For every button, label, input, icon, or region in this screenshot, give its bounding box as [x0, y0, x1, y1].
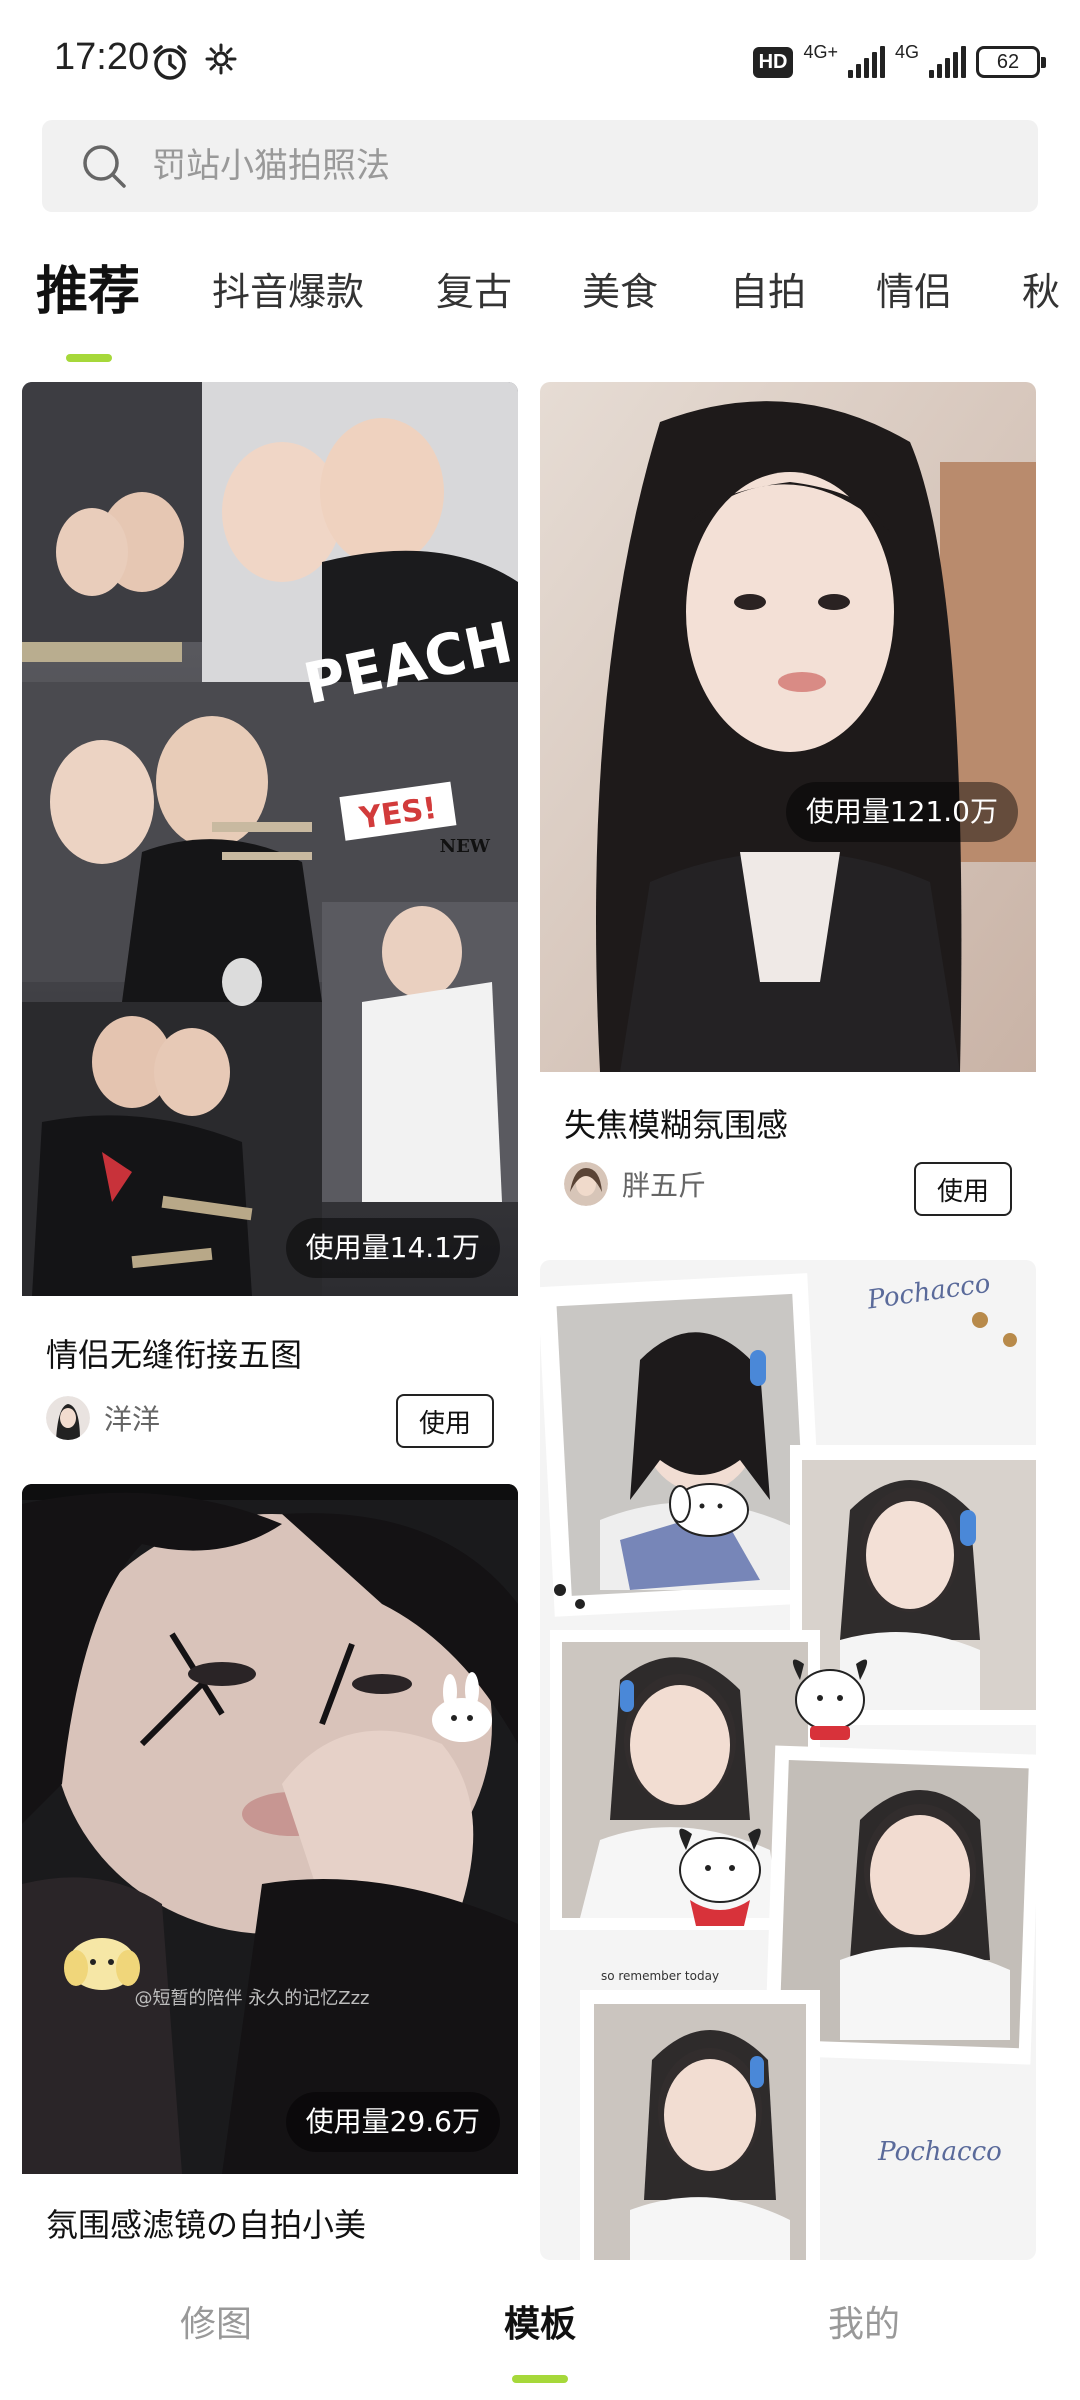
nav-me[interactable]: 我的: [764, 2295, 964, 2347]
template-image-couple: YES! NEW PEACH: [22, 382, 518, 1296]
nav-edit[interactable]: 修图: [116, 2295, 316, 2347]
svg-text:so remember today: so remember today: [601, 1969, 719, 1983]
template-feed: YES! NEW PEACH 使用量14.1万 情侣无缝衔接五图 洋洋 使用 使…: [0, 380, 1080, 2260]
tab-retro[interactable]: 复古: [436, 252, 512, 332]
template-image-blur: [540, 382, 1036, 1072]
template-card-couple[interactable]: YES! NEW PEACH 使用量14.1万 情侣无缝衔接五图 洋洋 使用: [22, 382, 518, 1462]
status-bar: 17:20 HD 4G+ 4G 62: [0, 0, 1080, 110]
tab-food[interactable]: 美食: [582, 252, 658, 332]
avatar: [46, 1396, 90, 1440]
use-template-button[interactable]: 使用: [914, 1162, 1012, 1216]
tab-indicator: [66, 354, 112, 362]
status-time: 17:20: [54, 36, 150, 78]
usage-count: 使用量29.6万: [285, 2092, 500, 2152]
search-bar[interactable]: [42, 120, 1038, 212]
signal-icon-2: [929, 46, 966, 78]
category-tabs: 推荐 抖音爆款 复古 美食 自拍 情侣 秋: [0, 252, 1080, 362]
template-title: 氛围感滤镜の自拍小美: [46, 2206, 367, 2244]
template-card-filter[interactable]: @短暂的陪伴 永久的记忆Zzz 使用量29.6万 氛围感滤镜の自拍小美: [22, 1484, 518, 2260]
gear-icon: [205, 43, 237, 75]
template-title: 情侣无缝衔接五图: [46, 1336, 303, 1374]
tab-recommend[interactable]: 推荐: [36, 252, 140, 332]
author-info: 洋洋: [46, 1396, 160, 1440]
signal-icon: [847, 46, 885, 78]
search-icon: [83, 145, 126, 188]
author-name: 胖五斤: [622, 1169, 707, 1202]
template-image-pochacco: Pochacco Pochacco so remember today: [540, 1260, 1036, 2260]
bottom-nav: 修图 模板 我的: [0, 2265, 1080, 2400]
status-right: HD 4G+ 4G 62: [752, 41, 1046, 82]
avatar: [564, 1162, 608, 1206]
svg-text:NEW: NEW: [440, 836, 491, 857]
search-input[interactable]: [152, 120, 1012, 212]
template-card-blur[interactable]: 使用量121.0万 失焦模糊氛围感 胖五斤 使用: [540, 382, 1036, 1240]
tab-autumn[interactable]: 秋: [1022, 252, 1060, 332]
svg-text:Pochacco: Pochacco: [877, 2137, 1002, 2167]
nav-templates[interactable]: 模板: [440, 2295, 640, 2347]
tab-couple[interactable]: 情侣: [876, 252, 952, 332]
network-type-1: 4G+: [803, 41, 838, 62]
alarm-icon: [153, 45, 187, 80]
battery-level: 62: [996, 50, 1020, 73]
tab-douyin-hot[interactable]: 抖音爆款: [212, 252, 364, 332]
template-image-filter: @短暂的陪伴 永久的记忆Zzz: [22, 1484, 518, 2174]
svg-text:@短暂的陪伴 永久的记忆Zzz: @短暂的陪伴 永久的记忆Zzz: [135, 1988, 370, 2009]
hd-badge: HD: [752, 46, 794, 78]
usage-count: 使用量14.1万: [285, 1218, 500, 1278]
usage-count: 使用量121.0万: [785, 782, 1018, 842]
template-title: 失焦模糊氛围感: [564, 1106, 789, 1144]
battery-icon: 62: [976, 46, 1046, 78]
author-name: 洋洋: [104, 1403, 161, 1436]
nav-indicator: [512, 2375, 568, 2383]
template-card-pochacco[interactable]: Pochacco Pochacco so remember today: [540, 1260, 1036, 2260]
tab-selfie[interactable]: 自拍: [730, 252, 806, 332]
author-info: 胖五斤: [564, 1162, 706, 1206]
use-template-button[interactable]: 使用: [396, 1394, 494, 1448]
network-type-2: 4G: [894, 41, 919, 62]
